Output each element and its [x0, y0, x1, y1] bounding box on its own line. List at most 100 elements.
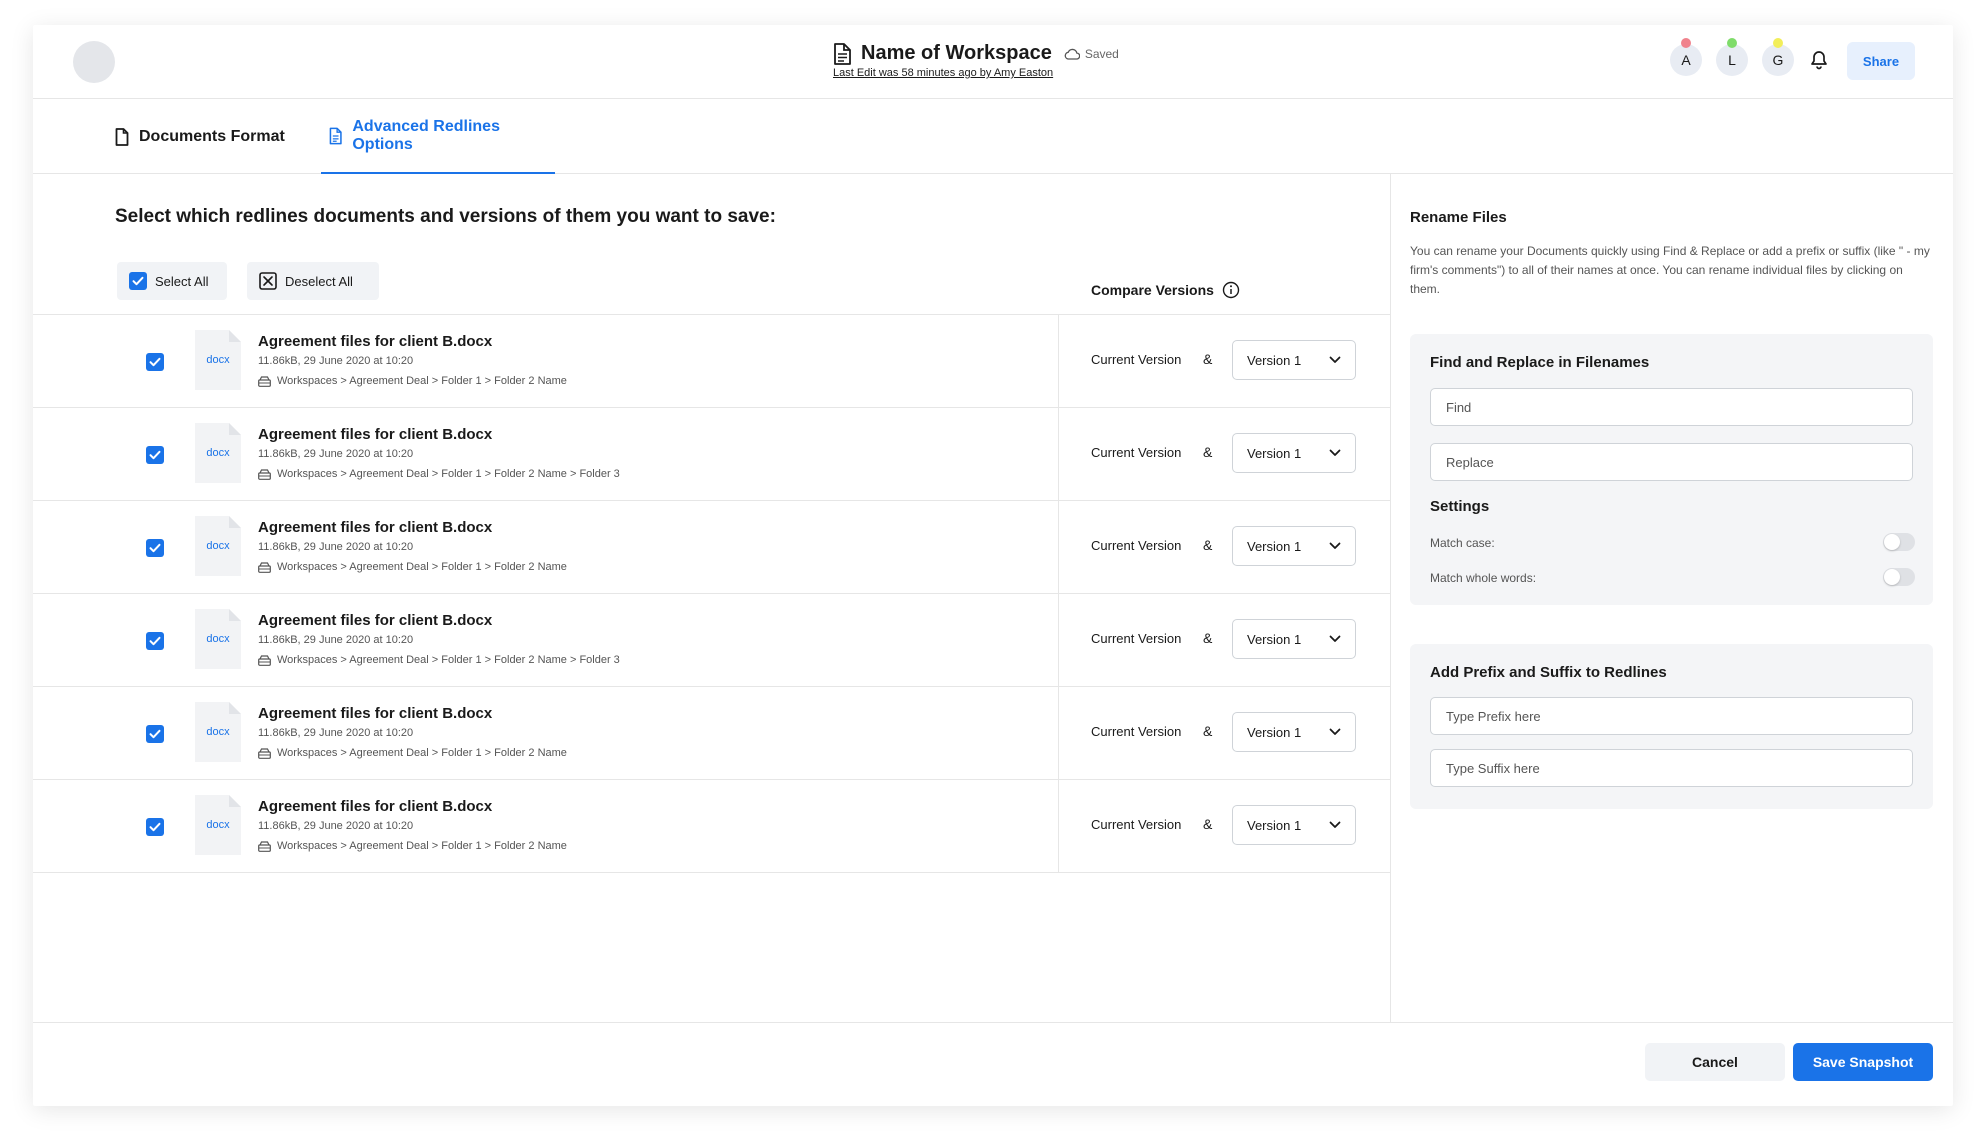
- find-replace-panel: Find and Replace in Filenames Settings M…: [1410, 334, 1933, 605]
- checkbox-checked-icon: [129, 272, 147, 290]
- chevron-down-icon: [1329, 821, 1341, 828]
- rename-files-title: Rename Files: [1410, 209, 1507, 226]
- suffix-input[interactable]: [1430, 749, 1913, 787]
- prefix-suffix-panel: Add Prefix and Suffix to Redlines: [1410, 644, 1933, 809]
- rename-files-pane: Rename Files You can rename your Documen…: [1392, 174, 1953, 1022]
- workspace-title[interactable]: Name of Workspace: [861, 42, 1052, 65]
- version-select[interactable]: Version 1: [1232, 433, 1356, 473]
- table-row[interactable]: docx Agreement files for client B.docx 1…: [33, 594, 1391, 687]
- table-row[interactable]: docx Agreement files for client B.docx 1…: [33, 687, 1391, 780]
- ampersand: &: [1203, 537, 1213, 553]
- tab-advanced-redlines[interactable]: Advanced Redlines Options: [321, 99, 555, 174]
- drive-icon: [258, 840, 271, 852]
- save-snapshot-button[interactable]: Save Snapshot: [1793, 1043, 1933, 1081]
- share-button[interactable]: Share: [1847, 42, 1915, 80]
- toggle-knob: [1884, 569, 1900, 585]
- match-whole-words-label: Match whole words:: [1430, 571, 1537, 585]
- table-row[interactable]: docx Agreement files for client B.docx 1…: [33, 315, 1391, 408]
- current-version-label: Current Version: [1091, 631, 1182, 646]
- find-replace-title: Find and Replace in Filenames: [1430, 354, 1650, 371]
- version-select[interactable]: Version 1: [1232, 805, 1356, 845]
- row-checkbox[interactable]: [146, 632, 164, 650]
- checkmark-icon: [149, 357, 161, 367]
- ampersand: &: [1203, 444, 1213, 460]
- compare-versions-label: Compare Versions: [1091, 282, 1214, 298]
- version-select[interactable]: Version 1: [1232, 619, 1356, 659]
- file-name[interactable]: Agreement files for client B.docx: [258, 519, 492, 536]
- file-path-text: Workspaces > Agreement Deal > Folder 1 >…: [277, 468, 620, 480]
- presence-dot: [1773, 38, 1783, 48]
- presence-dot: [1727, 38, 1737, 48]
- file-path-text: Workspaces > Agreement Deal > Folder 1 >…: [277, 654, 620, 666]
- file-name[interactable]: Agreement files for client B.docx: [258, 333, 492, 350]
- last-edit-link[interactable]: Last Edit was 58 minutes ago by Amy East…: [833, 67, 1053, 79]
- cloud-icon: [1064, 48, 1080, 60]
- file-name[interactable]: Agreement files for client B.docx: [258, 705, 492, 722]
- checkmark-icon: [149, 636, 161, 646]
- file-name[interactable]: Agreement files for client B.docx: [258, 798, 492, 815]
- docx-file-icon: docx: [195, 795, 241, 855]
- row-checkbox[interactable]: [146, 539, 164, 557]
- avatar[interactable]: A: [1670, 38, 1702, 76]
- file-path-text: Workspaces > Agreement Deal > Folder 1 >…: [277, 840, 567, 852]
- table-row[interactable]: docx Agreement files for client B.docx 1…: [33, 501, 1391, 594]
- checkbox-x-icon: [259, 272, 277, 290]
- rename-files-description: You can rename your Documents quickly us…: [1410, 244, 1930, 296]
- file-path-text: Workspaces > Agreement Deal > Folder 1 >…: [277, 561, 567, 573]
- info-icon[interactable]: [1222, 281, 1240, 299]
- file-path: Workspaces > Agreement Deal > Folder 1 >…: [258, 468, 620, 480]
- version-select[interactable]: Version 1: [1232, 712, 1356, 752]
- column-divider: [1058, 315, 1059, 407]
- avatar-letter: G: [1772, 52, 1784, 68]
- version-select[interactable]: Version 1: [1232, 340, 1356, 380]
- match-case-toggle[interactable]: [1883, 533, 1915, 551]
- avatar[interactable]: L: [1716, 38, 1748, 76]
- docx-file-icon: docx: [195, 609, 241, 669]
- file-icon: [115, 127, 129, 146]
- checkmark-icon: [149, 729, 161, 739]
- chevron-down-icon: [1329, 728, 1341, 735]
- file-meta: 11.86kB, 29 June 2020 at 10:20: [258, 541, 414, 553]
- chevron-down-icon: [1329, 356, 1341, 363]
- tab-documents-format[interactable]: Documents Format: [115, 99, 285, 174]
- ampersand: &: [1203, 816, 1213, 832]
- version-value: Version 1: [1247, 352, 1302, 368]
- logo-placeholder[interactable]: [73, 41, 115, 83]
- cancel-button[interactable]: Cancel: [1645, 1043, 1785, 1081]
- file-name[interactable]: Agreement files for client B.docx: [258, 426, 492, 443]
- version-value: Version 1: [1247, 538, 1302, 554]
- select-all-button[interactable]: Select All: [117, 262, 227, 300]
- row-checkbox[interactable]: [146, 725, 164, 743]
- prefix-input[interactable]: [1430, 697, 1913, 735]
- app-window: Name of Workspace Saved Last Edit was 58…: [33, 25, 1953, 1106]
- file-name[interactable]: Agreement files for client B.docx: [258, 612, 492, 629]
- match-whole-words-toggle[interactable]: [1883, 568, 1915, 586]
- version-value: Version 1: [1247, 445, 1302, 461]
- row-checkbox[interactable]: [146, 818, 164, 836]
- bell-icon[interactable]: [1809, 50, 1829, 70]
- file-path: Workspaces > Agreement Deal > Folder 1 >…: [258, 654, 620, 666]
- table-row[interactable]: docx Agreement files for client B.docx 1…: [33, 780, 1391, 873]
- row-checkbox[interactable]: [146, 446, 164, 464]
- table-row[interactable]: docx Agreement files for client B.docx 1…: [33, 408, 1391, 501]
- document-lines-icon: [329, 127, 342, 144]
- presence-dot: [1681, 38, 1691, 48]
- row-checkbox[interactable]: [146, 353, 164, 371]
- checkmark-icon: [149, 450, 161, 460]
- version-select[interactable]: Version 1: [1232, 526, 1356, 566]
- avatar-letter: A: [1681, 52, 1691, 68]
- replace-input[interactable]: [1430, 443, 1913, 481]
- column-divider: [1058, 501, 1059, 593]
- avatar[interactable]: G: [1762, 38, 1794, 76]
- current-version-label: Current Version: [1091, 445, 1182, 460]
- file-type-label: docx: [206, 726, 230, 738]
- deselect-all-button[interactable]: Deselect All: [247, 262, 379, 300]
- file-type-label: docx: [206, 633, 230, 645]
- drive-icon: [258, 561, 271, 573]
- version-value: Version 1: [1247, 631, 1302, 647]
- find-input[interactable]: [1430, 388, 1913, 426]
- file-list: docx Agreement files for client B.docx 1…: [33, 314, 1391, 873]
- file-path: Workspaces > Agreement Deal > Folder 1 >…: [258, 840, 567, 852]
- saved-label: Saved: [1084, 46, 1119, 61]
- current-version-label: Current Version: [1091, 538, 1182, 553]
